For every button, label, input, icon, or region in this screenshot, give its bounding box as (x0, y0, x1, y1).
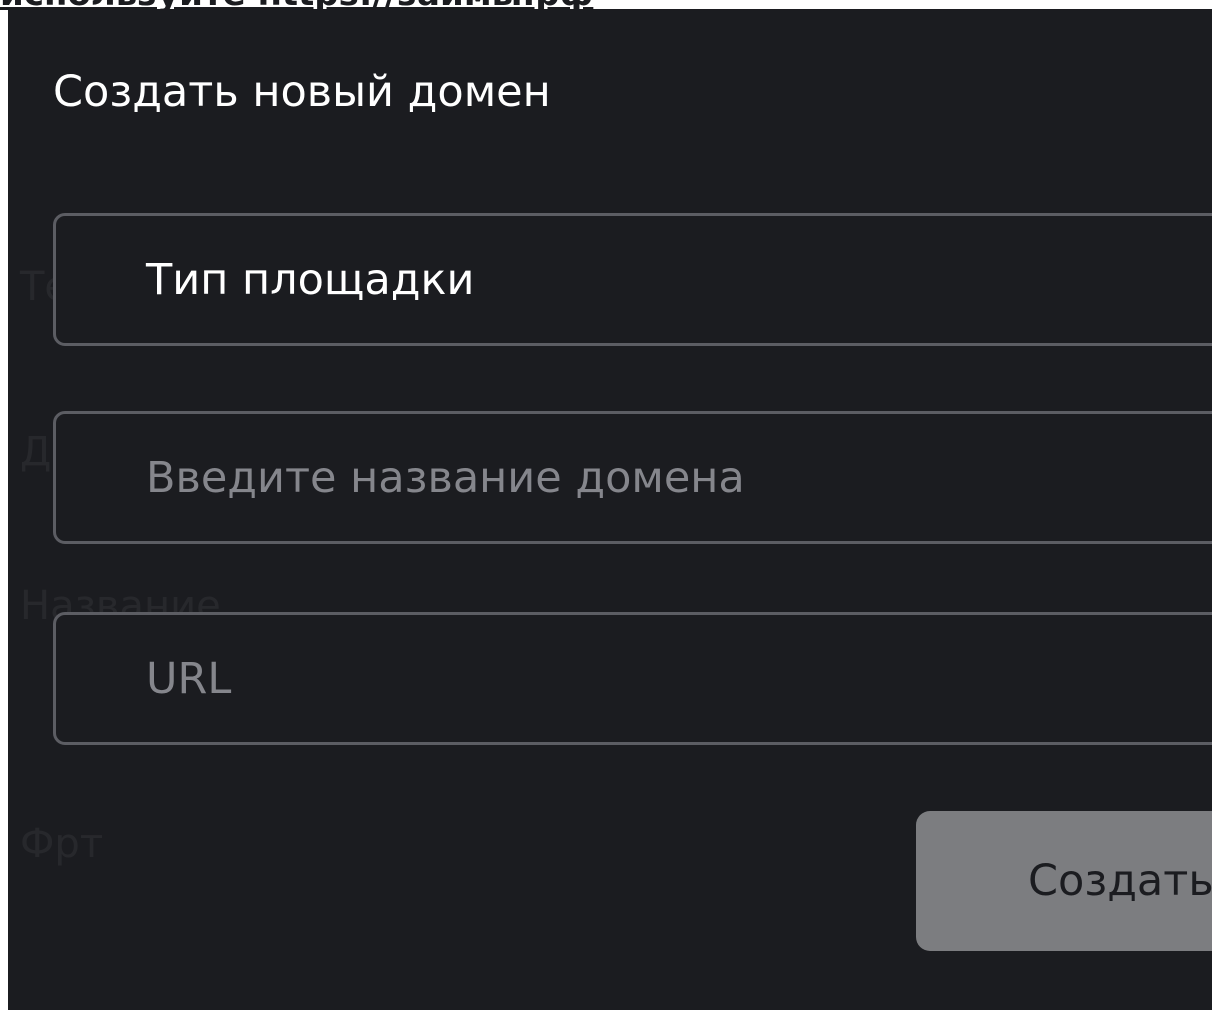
create-button[interactable]: Создать (916, 811, 1212, 951)
url-input[interactable] (146, 615, 1212, 742)
page: используйте https://займы.рф Создать нов… (0, 0, 1212, 1010)
domain-name-field-wrapper (53, 411, 1212, 544)
platform-type-select[interactable]: Тип площадки (53, 213, 1212, 346)
domain-name-input[interactable] (146, 414, 1212, 541)
modal-title: Создать новый домен (53, 67, 551, 117)
url-field-wrapper (53, 612, 1212, 745)
platform-type-value: Тип площадки (146, 254, 475, 305)
create-domain-modal: Создать новый домен Те Ддомена Название … (8, 9, 1212, 1010)
background-ghost-text: Фрт (20, 821, 104, 867)
